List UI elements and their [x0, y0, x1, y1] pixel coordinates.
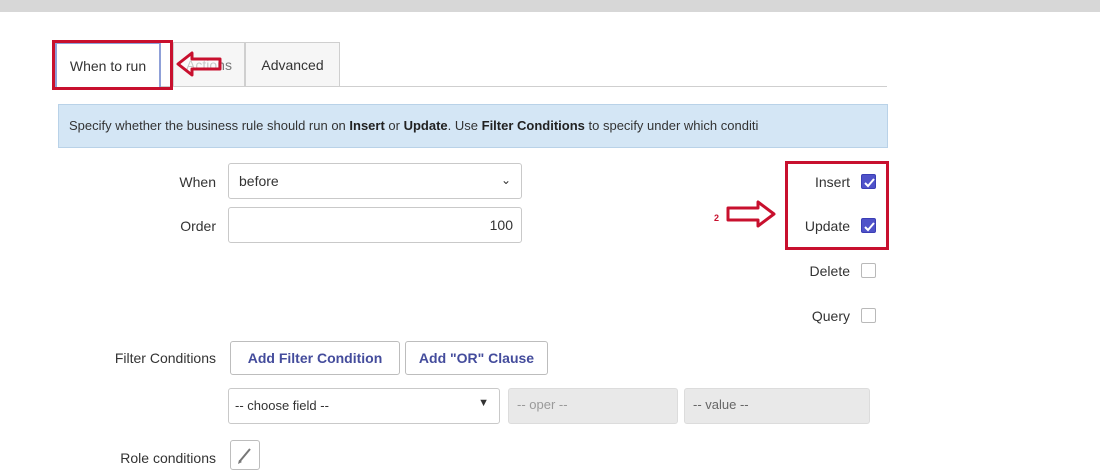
annotation-arrow-right-icon: [726, 200, 776, 228]
insert-label: Insert: [814, 174, 850, 190]
filter-conditions-label: Filter Conditions: [114, 350, 216, 366]
info-bold-insert: Insert: [349, 118, 385, 133]
add-or-clause-button[interactable]: Add "OR" Clause: [405, 341, 548, 375]
order-label: Order: [180, 218, 216, 234]
order-input[interactable]: 100: [228, 207, 522, 243]
caret-down-icon: ▼: [478, 397, 489, 409]
update-checkbox[interactable]: [861, 218, 876, 233]
order-input-value: 100: [489, 217, 513, 233]
chevron-down-icon: ⌄: [500, 173, 511, 187]
info-bold-update: Update: [403, 118, 448, 133]
query-checkbox[interactable]: [861, 308, 876, 323]
edit-role-conditions-button[interactable]: [230, 440, 260, 470]
info-text-1: Specify whether the business rule should…: [69, 118, 350, 133]
annotation-step-2: 2: [714, 213, 720, 223]
tab-advanced[interactable]: Advanced: [245, 42, 340, 86]
delete-checkbox[interactable]: [861, 263, 876, 278]
choose-field-select[interactable]: -- choose field -- ▼: [228, 388, 500, 424]
choose-field-value: -- choose field --: [235, 398, 329, 413]
query-label: Query: [811, 308, 850, 324]
update-label: Update: [804, 218, 850, 234]
when-select-value: before: [239, 173, 279, 189]
checkmark-icon: [864, 178, 875, 188]
info-text-4: to specify under which conditi: [584, 118, 759, 133]
checkmark-icon: [864, 222, 875, 232]
pencil-icon: [238, 448, 251, 464]
add-filter-condition-button[interactable]: Add Filter Condition: [230, 341, 400, 375]
when-label: When: [179, 174, 216, 190]
value-input[interactable]: -- value --: [684, 388, 870, 424]
info-text-2: or: [384, 118, 404, 133]
oper-select[interactable]: -- oper --: [508, 388, 678, 424]
info-bold-filter: Filter Conditions: [481, 118, 585, 133]
insert-checkbox[interactable]: [861, 174, 876, 189]
when-select[interactable]: before ⌄: [228, 163, 522, 199]
tab-advanced-label: Advanced: [261, 57, 324, 73]
info-text-3: . Use: [447, 118, 482, 133]
top-bar: [0, 0, 1100, 12]
annotation-arrow-left-icon: [176, 51, 222, 77]
delete-label: Delete: [809, 263, 850, 279]
role-conditions-label: Role conditions: [120, 450, 216, 466]
annotation-box-tab: [52, 40, 173, 90]
info-message: Specify whether the business rule should…: [58, 104, 888, 148]
